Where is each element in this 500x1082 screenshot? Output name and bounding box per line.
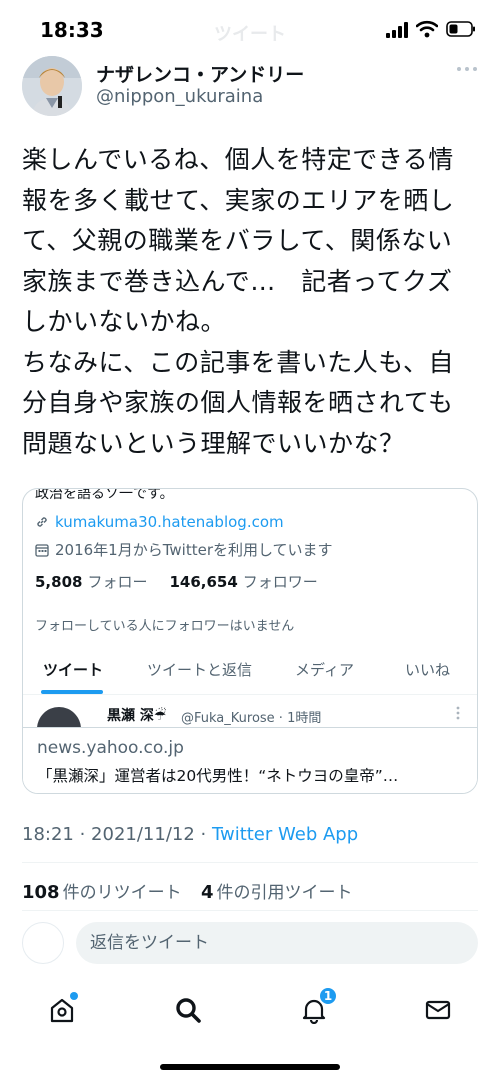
tweet-text: 楽しんでいるね、個人を特定できる情 報を多く載せて、実家のエリアを晒し て、父親… xyxy=(22,145,455,458)
divider xyxy=(22,910,478,911)
reply-input[interactable] xyxy=(76,922,478,964)
following-stat: 5,808 フォロー xyxy=(35,571,147,592)
signal-icon xyxy=(386,22,408,38)
card-row-handle: @Fuka_Kurose · 1時間 xyxy=(181,711,322,726)
following-label: フォロー xyxy=(87,573,148,591)
tweet-source-link[interactable]: Twitter Web App xyxy=(212,824,358,845)
reply-avatar xyxy=(22,922,64,964)
tweet-stats: 108 件のリツイート 4 件の引用ツイート xyxy=(22,878,353,903)
search-icon xyxy=(176,998,201,1023)
calendar-icon xyxy=(35,543,49,557)
wifi-icon xyxy=(416,20,438,38)
nav-messages[interactable] xyxy=(420,992,456,1028)
card-footer: news.yahoo.co.jp 「黒瀬深」運営者は20代男性！“ネトウヨの皇帝… xyxy=(23,727,477,793)
tweet-timestamp: 18:21 · 2021/11/12 · Twitter Web App xyxy=(22,824,358,845)
card-tab-replies: ツイートと返信 xyxy=(147,661,253,679)
card-title: 「黒瀬深」運営者は20代男性！“ネトウヨの皇帝”… xyxy=(37,767,399,785)
mail-icon xyxy=(425,1000,451,1020)
card-link-text: kumakuma30.hatenablog.com xyxy=(55,513,284,531)
card-follow-counts: 5,808 フォロー 146,654 フォロワー xyxy=(35,571,318,592)
followers-count: 146,654 xyxy=(169,573,238,591)
following-count: 5,808 xyxy=(35,573,83,591)
avatar-photo xyxy=(22,56,82,116)
link-icon xyxy=(37,517,47,527)
display-name[interactable]: ナザレンコ・アンドリー xyxy=(96,60,304,87)
home-unread-dot xyxy=(70,992,78,1000)
card-tab-tweets: ツイート xyxy=(43,661,104,679)
card-joined-text: 2016年1月からTwitterを利用しています xyxy=(55,541,333,559)
card-tab-indicator xyxy=(41,690,103,694)
retweets-stat[interactable]: 108 件のリツイート xyxy=(22,882,182,903)
card-tab-bar: ツイート ツイートと返信 メディア いいね xyxy=(23,645,477,695)
nav-search[interactable] xyxy=(170,992,206,1028)
nav-notifications[interactable]: 1 xyxy=(296,986,338,1028)
avatar[interactable] xyxy=(22,56,82,116)
home-icon xyxy=(50,998,74,1023)
battery-icon xyxy=(446,21,475,37)
quotes-stat[interactable]: 4 件の引用ツイート xyxy=(200,882,353,903)
followers-label: フォロワー xyxy=(242,573,318,591)
notification-badge: 1 xyxy=(318,986,338,1006)
status-time: 18:33 xyxy=(40,18,104,42)
followers-stat: 146,654 フォロワー xyxy=(169,571,317,592)
nav-home[interactable] xyxy=(44,992,80,1028)
username[interactable]: @nippon_ukuraina xyxy=(96,86,263,107)
card-follow-note: フォローしている人にフォロワーはいません xyxy=(35,619,295,634)
card-bio-fragment: 政治を語るソ一です。 xyxy=(35,488,174,502)
tweet-time: 18:21 · 2021/11/12 · xyxy=(22,824,212,845)
card-profile-link: kumakuma30.hatenablog.com xyxy=(35,513,284,531)
more-icon[interactable] xyxy=(456,62,478,76)
home-indicator xyxy=(160,1064,340,1070)
divider xyxy=(22,862,478,863)
card-row-avatar xyxy=(37,707,81,727)
card-joined: 2016年1月からTwitterを利用しています xyxy=(35,539,333,560)
card-row-name: 黒瀬 深☔ xyxy=(107,708,167,724)
card-row-more-icon xyxy=(456,706,460,720)
quote-label: 件の引用ツイート xyxy=(216,883,353,903)
retweet-label: 件のリツイート xyxy=(62,883,182,903)
quote-count: 4 xyxy=(200,882,214,903)
card-tweet-row: 黒瀬 深☔ @Fuka_Kurose · 1時間 xyxy=(23,701,477,727)
card-tab-likes: いいね xyxy=(405,661,451,679)
link-card[interactable]: 政治を語るソ一です。 kumakuma30.hatenablog.com 201… xyxy=(22,488,478,794)
card-tab-media: メディア xyxy=(295,661,354,679)
bottom-nav: 1 xyxy=(0,980,500,1040)
status-bar: ツイート 18:33 xyxy=(0,0,500,60)
retweet-count: 108 xyxy=(22,882,60,903)
card-domain: news.yahoo.co.jp xyxy=(37,738,184,758)
